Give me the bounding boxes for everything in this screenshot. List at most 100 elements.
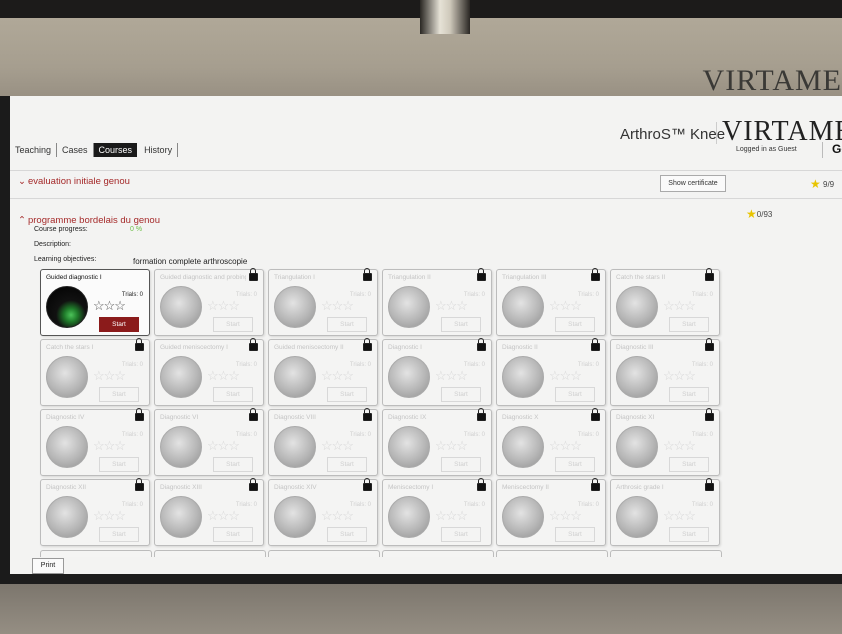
- course-card[interactable]: Triangulation II Trials: 0 ☆☆☆ Start: [382, 268, 492, 336]
- rating-stars-icon: ☆☆☆: [435, 438, 468, 453]
- monitor-frame: [0, 96, 10, 584]
- course-card[interactable]: Diagnostic II Trials: 0 ☆☆☆ Start: [496, 338, 606, 406]
- start-button: Start: [327, 457, 367, 472]
- course-thumbnail: [502, 286, 544, 328]
- course-thumbnail: [274, 286, 316, 328]
- section-evaluation-header[interactable]: ⌄ evaluation initiale genou: [18, 176, 130, 187]
- course-card-partial: [268, 550, 380, 557]
- trials-count: Trials: 0: [235, 502, 257, 508]
- rating-stars-icon: ☆☆☆: [321, 368, 354, 383]
- trials-count: Trials: 0: [463, 362, 485, 368]
- trials-count: Trials: 0: [691, 292, 713, 298]
- trials-count: Trials: 0: [121, 432, 143, 438]
- course-card-title: Diagnostic IX: [388, 414, 427, 421]
- rating-stars-icon: ☆☆☆: [321, 298, 354, 313]
- start-button[interactable]: Start: [99, 317, 139, 332]
- course-card[interactable]: Guided meniscectomy II Trials: 0 ☆☆☆ Start: [268, 338, 378, 406]
- lock-icon: [363, 408, 372, 421]
- trials-count: Trials: 0: [121, 362, 143, 368]
- course-card[interactable]: Diagnostic XIII Trials: 0 ☆☆☆ Start: [154, 478, 264, 546]
- course-card[interactable]: Diagnostic VI Trials: 0 ☆☆☆ Start: [154, 408, 264, 476]
- start-button: Start: [213, 457, 253, 472]
- course-card[interactable]: Meniscectomy I Trials: 0 ☆☆☆ Start: [382, 478, 492, 546]
- show-certificate-button[interactable]: Show certificate: [660, 175, 726, 192]
- lock-icon: [477, 268, 486, 281]
- monitor-bottom-bezel: [10, 574, 842, 584]
- course-card[interactable]: Diagnostic XIV Trials: 0 ☆☆☆ Start: [268, 478, 378, 546]
- logout-icon[interactable]: G➜: [832, 142, 842, 156]
- monitor-bracket: [420, 0, 470, 34]
- start-button: Start: [555, 527, 595, 542]
- course-card[interactable]: Arthrosic grade I Trials: 0 ☆☆☆ Start: [610, 478, 720, 546]
- tab-history[interactable]: History: [139, 143, 179, 157]
- course-card-title: Guided meniscectomy II: [274, 344, 344, 351]
- status-divider: [822, 142, 823, 158]
- course-thumbnail: [46, 496, 88, 538]
- course-card-title: Diagnostic VI: [160, 414, 199, 421]
- rating-stars-icon: ☆☆☆: [207, 368, 240, 383]
- brand-logo: VIRTAMED: [722, 116, 842, 147]
- chevron-down-icon: ⌄: [18, 176, 26, 187]
- divider: [10, 170, 842, 171]
- course-thumbnail: [160, 286, 202, 328]
- course-thumbnail: [388, 356, 430, 398]
- lock-icon: [249, 408, 258, 421]
- lock-icon: [477, 408, 486, 421]
- tab-cases[interactable]: Cases: [57, 143, 94, 157]
- course-card[interactable]: Catch the stars I Trials: 0 ☆☆☆ Start: [40, 338, 150, 406]
- course-card[interactable]: Diagnostic X Trials: 0 ☆☆☆ Start: [496, 408, 606, 476]
- start-button: Start: [327, 527, 367, 542]
- course-card-title: Diagnostic X: [502, 414, 539, 421]
- course-card-title: Triangulation I: [274, 274, 315, 281]
- objectives-value: formation complete arthroscopie: [133, 257, 248, 266]
- lock-icon: [705, 478, 714, 491]
- course-card[interactable]: Catch the stars II Trials: 0 ☆☆☆ Start: [610, 268, 720, 336]
- trials-count: Trials: 0: [235, 292, 257, 298]
- course-card[interactable]: Diagnostic XII Trials: 0 ☆☆☆ Start: [40, 478, 150, 546]
- course-card[interactable]: Guided meniscectomy I Trials: 0 ☆☆☆ Start: [154, 338, 264, 406]
- lock-icon: [135, 478, 144, 491]
- course-card-title: Diagnostic II: [502, 344, 538, 351]
- start-button: Start: [555, 457, 595, 472]
- course-card[interactable]: Diagnostic VIII Trials: 0 ☆☆☆ Start: [268, 408, 378, 476]
- start-button: Start: [441, 527, 481, 542]
- course-card[interactable]: Diagnostic IV Trials: 0 ☆☆☆ Start: [40, 408, 150, 476]
- course-card[interactable]: Guided diagnostic and probing Trials: 0 ☆☆…: [154, 268, 264, 336]
- course-card[interactable]: Diagnostic I Trials: 0 ☆☆☆ Start: [382, 338, 492, 406]
- print-button[interactable]: Print: [32, 558, 64, 574]
- start-button: Start: [669, 457, 709, 472]
- lock-icon: [705, 268, 714, 281]
- objectives-label: Learning objectives:: [34, 256, 97, 263]
- course-card[interactable]: Guided diagnostic I Trials: 0 ☆☆☆ Start: [40, 269, 150, 336]
- tab-teaching[interactable]: Teaching: [10, 143, 58, 157]
- course-card[interactable]: Diagnostic III Trials: 0 ☆☆☆ Start: [610, 338, 720, 406]
- course-card[interactable]: Diagnostic XI Trials: 0 ☆☆☆ Start: [610, 408, 720, 476]
- course-card[interactable]: Diagnostic IX Trials: 0 ☆☆☆ Start: [382, 408, 492, 476]
- course-card[interactable]: Triangulation I Trials: 0 ☆☆☆ Start: [268, 268, 378, 336]
- app-screen: ArthroS™ Knee VIRTAMED Teaching Cases Co…: [10, 96, 842, 584]
- trials-count: Trials: 0: [235, 362, 257, 368]
- lock-icon: [477, 338, 486, 351]
- course-card-title: Diagnostic XIV: [274, 484, 317, 491]
- start-button: Start: [99, 387, 139, 402]
- course-card[interactable]: Meniscectomy II Trials: 0 ☆☆☆ Start: [496, 478, 606, 546]
- tab-courses[interactable]: Courses: [93, 143, 138, 157]
- course-thumbnail: [502, 426, 544, 468]
- course-card[interactable]: Triangulation III Trials: 0 ☆☆☆ Start: [496, 268, 606, 336]
- course-thumbnail: [502, 496, 544, 538]
- lock-icon: [591, 338, 600, 351]
- trials-count: Trials: 0: [691, 362, 713, 368]
- section-programme-header[interactable]: ⌃ programme bordelais du genou: [18, 215, 160, 226]
- lock-icon: [363, 478, 372, 491]
- course-thumbnail: [616, 426, 658, 468]
- divider: [10, 198, 842, 199]
- trials-count: Trials: 0: [349, 292, 371, 298]
- course-card-title: Catch the stars II: [616, 274, 666, 281]
- start-button: Start: [213, 527, 253, 542]
- course-card-title: Triangulation II: [388, 274, 431, 281]
- trials-count: Trials: 0: [349, 502, 371, 508]
- wall-brand-logo: VIRTAME: [702, 64, 842, 97]
- start-button: Start: [213, 387, 253, 402]
- lock-icon: [591, 268, 600, 281]
- start-button: Start: [441, 387, 481, 402]
